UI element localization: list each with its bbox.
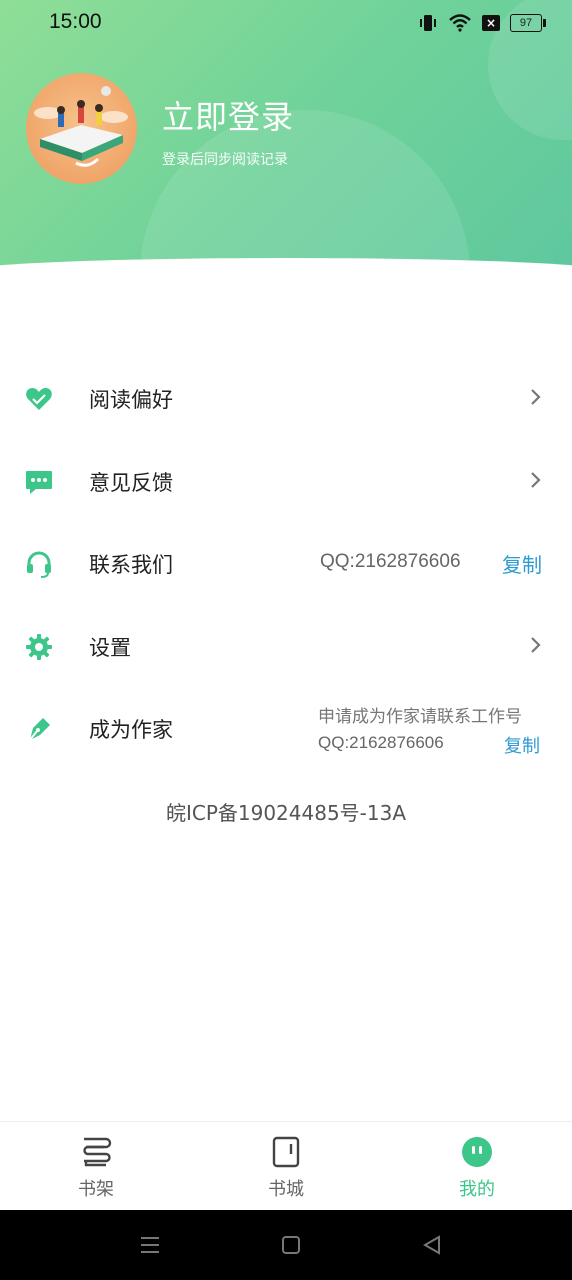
- chat-bubble-icon: [26, 471, 52, 494]
- menu-label: 设置: [89, 636, 131, 660]
- home-icon[interactable]: [278, 1232, 304, 1258]
- bottom-tab-bar: 书架 书城 我的: [0, 1121, 572, 1211]
- menu-icon[interactable]: [137, 1232, 163, 1258]
- login-subtitle: 登录后同步阅读记录: [162, 152, 288, 168]
- writer-note: 申请成为作家请联系工作号: [318, 707, 522, 727]
- menu-item-contact-us: 联系我们 QQ:2162876606 复制: [0, 523, 572, 603]
- battery-icon: 97: [510, 14, 546, 32]
- menu-item-reading-preference[interactable]: 阅读偏好: [0, 358, 572, 438]
- tab-label: 书架: [78, 1179, 114, 1200]
- tab-bookstore[interactable]: 书城: [226, 1122, 346, 1211]
- contact-qq-number: QQ:2162876606: [320, 551, 461, 572]
- tab-label: 我的: [459, 1179, 495, 1200]
- menu-item-become-writer: 成为作家 申请成为作家请联系工作号 QQ:2162876606 复制: [0, 688, 572, 768]
- chevron-right-icon: [531, 472, 541, 488]
- icp-record[interactable]: 皖ICP备19024485号-13A: [0, 797, 572, 826]
- bookstore-icon: [272, 1136, 300, 1168]
- menu-item-settings[interactable]: 设置: [0, 606, 572, 686]
- copy-writer-qq-button[interactable]: 复制: [504, 732, 540, 758]
- back-icon[interactable]: [419, 1232, 445, 1258]
- status-time: 15:00: [49, 10, 102, 33]
- pen-icon: [29, 718, 50, 741]
- no-sim-icon: ×: [482, 15, 500, 31]
- login-title[interactable]: 立即登录: [162, 92, 294, 138]
- menu-label: 意见反馈: [89, 471, 173, 495]
- vibrate-icon: [420, 15, 436, 31]
- status-bar: 15:00 × 97: [0, 0, 572, 50]
- tab-bookshelf[interactable]: 书架: [36, 1122, 156, 1211]
- copy-qq-button[interactable]: 复制: [502, 549, 542, 578]
- gear-icon: [26, 634, 52, 660]
- heart-icon: [26, 388, 52, 410]
- menu-item-feedback[interactable]: 意见反馈: [0, 441, 572, 521]
- menu-label: 阅读偏好: [89, 388, 173, 412]
- profile-face-icon: [462, 1137, 492, 1167]
- headset-icon: [27, 551, 51, 578]
- tab-label: 书城: [268, 1179, 304, 1200]
- writer-qq-number: QQ:2162876606: [318, 733, 444, 752]
- chevron-right-icon: [531, 637, 541, 653]
- menu-label: 联系我们: [89, 553, 173, 577]
- avatar-illustration: [34, 86, 128, 167]
- header-curve: [0, 258, 572, 300]
- bookshelf-icon: [83, 1137, 112, 1167]
- tab-mine[interactable]: 我的: [417, 1122, 537, 1211]
- system-navigation-bar: [0, 1210, 572, 1280]
- avatar[interactable]: [26, 73, 137, 184]
- chevron-right-icon: [531, 389, 541, 405]
- menu-label: 成为作家: [89, 718, 173, 742]
- wifi-icon: [449, 14, 471, 32]
